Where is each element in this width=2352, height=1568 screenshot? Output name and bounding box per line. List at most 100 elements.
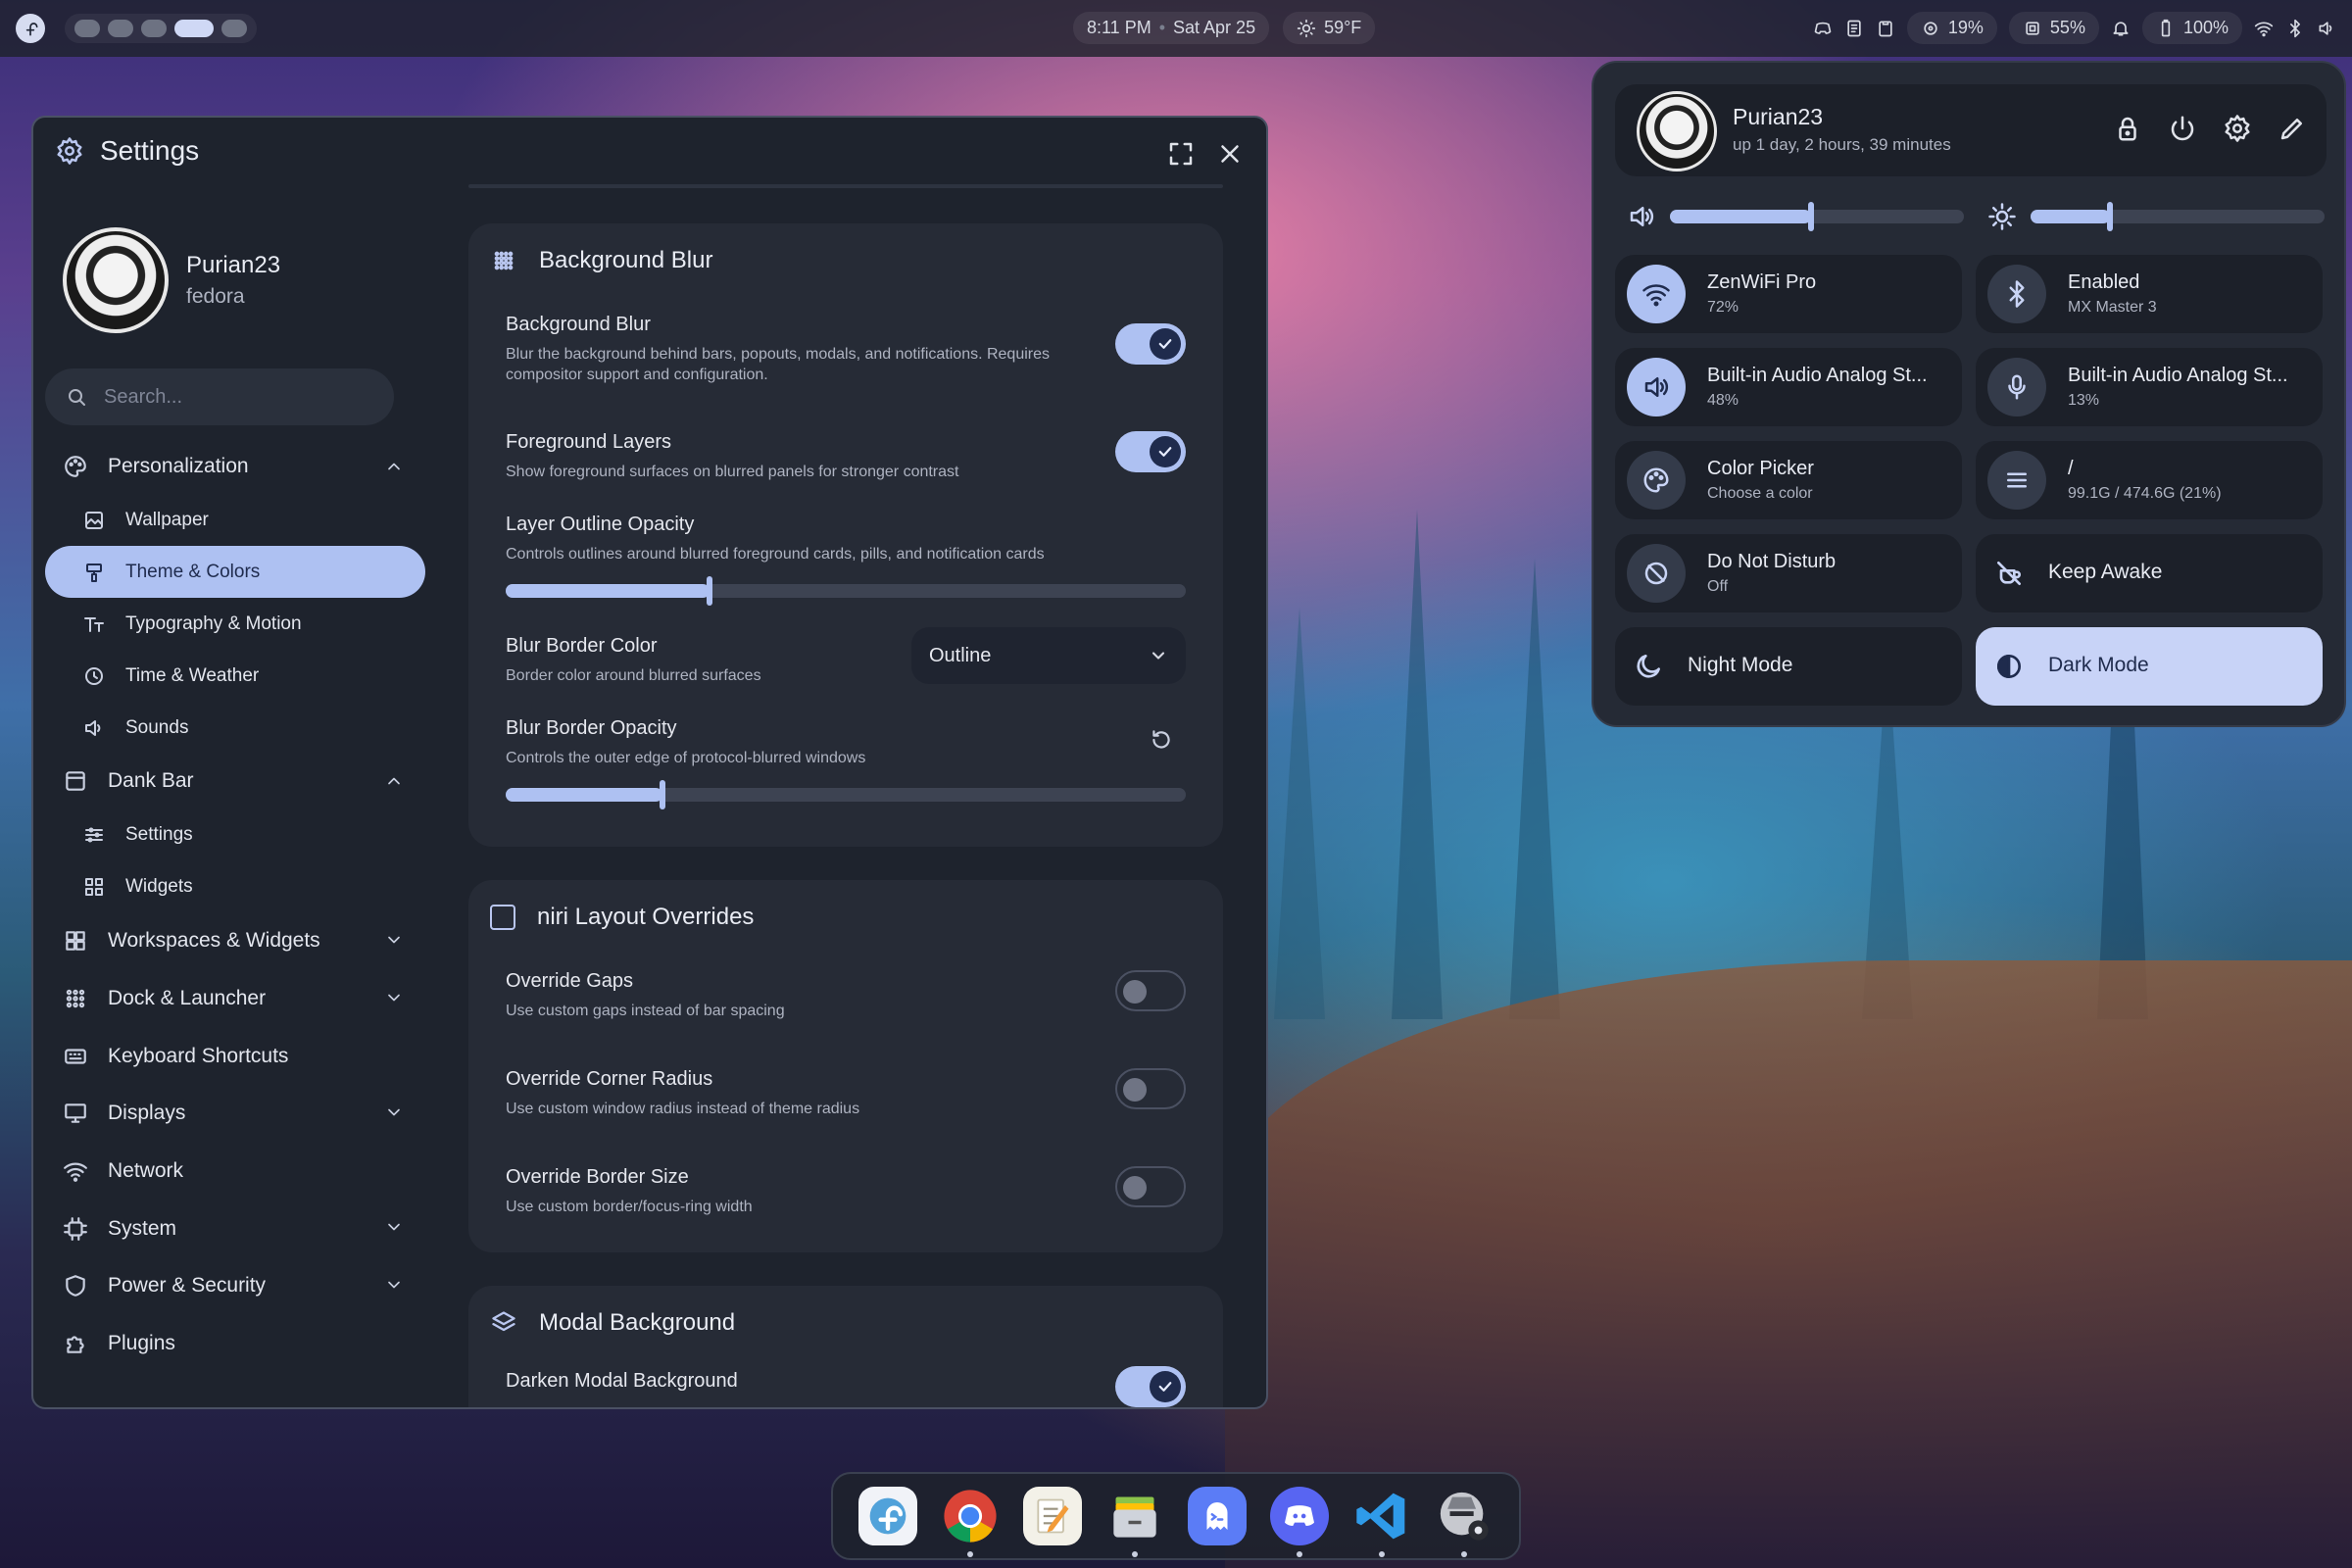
memory-usage[interactable]: 55% — [2008, 12, 2099, 44]
nav-bar-settings[interactable]: Settings — [45, 808, 425, 860]
nav-bar-settings-label: Settings — [125, 823, 193, 845]
power-icon[interactable] — [2168, 114, 2197, 143]
darken-modal-toggle[interactable] — [1115, 1366, 1186, 1407]
files-app-icon[interactable] — [1105, 1487, 1164, 1557]
palette-icon — [63, 454, 88, 479]
nav-widgets-label: Widgets — [125, 875, 193, 897]
wifi-title: ZenWiFi Pro — [1707, 271, 1817, 293]
override-radius-toggle[interactable] — [1115, 1068, 1186, 1109]
nav-dock[interactable]: Dock & Launcher — [45, 970, 425, 1028]
edit-icon[interactable] — [2278, 114, 2307, 143]
fedora-app-icon[interactable] — [858, 1487, 917, 1545]
slider-handle[interactable] — [2107, 202, 2113, 231]
volume-tray-icon[interactable] — [2317, 19, 2336, 38]
chip-icon — [63, 1216, 88, 1242]
slider-handle[interactable] — [707, 576, 713, 606]
reset-icon[interactable] — [1149, 727, 1174, 753]
memory-icon — [2023, 19, 2042, 38]
background-blur-toggle[interactable] — [1115, 323, 1186, 365]
notes-tray-icon[interactable] — [1844, 19, 1864, 38]
cpu-usage[interactable]: 19% — [1906, 12, 1997, 44]
discord-tray-icon[interactable] — [1813, 19, 1833, 38]
workspace-4[interactable] — [174, 20, 214, 37]
keep-awake-tile[interactable]: Keep Awake — [1976, 534, 2323, 612]
bluetooth-tile[interactable]: Enabled MX Master 3 — [1976, 255, 2323, 333]
clipboard-icon[interactable] — [1876, 19, 1895, 38]
brightness-slider[interactable] — [2031, 202, 2325, 231]
check-icon — [1150, 328, 1181, 360]
override-gaps-row: Override Gaps Use custom gaps instead of… — [506, 970, 1186, 1029]
chevron-down-icon — [1149, 646, 1168, 665]
nav-displays[interactable]: Displays — [45, 1085, 425, 1143]
nav-network[interactable]: Network — [45, 1143, 425, 1200]
volume-icon[interactable] — [1627, 202, 1656, 231]
nav-power[interactable]: Power & Security — [45, 1257, 425, 1315]
palette-icon — [1627, 451, 1686, 510]
foreground-layers-label: Foreground Layers — [506, 431, 671, 453]
do-not-disturb-tile[interactable]: Do Not Disturb Off — [1615, 534, 1962, 612]
slider-handle[interactable] — [1808, 202, 1814, 231]
vscode-app-icon[interactable] — [1352, 1487, 1411, 1557]
layer-outline-desc: Controls outlines around blurred foregro… — [506, 546, 1045, 563]
night-mode-tile[interactable]: Night Mode — [1615, 627, 1962, 706]
clock[interactable]: 8:11 PM • Sat Apr 25 — [1073, 12, 1270, 44]
audio-output-tile[interactable]: Built-in Audio Analog St... 48% — [1615, 348, 1962, 426]
battery-status[interactable]: 100% — [2141, 12, 2242, 44]
nav-typography[interactable]: Typography & Motion — [45, 598, 425, 650]
blur-border-color-dropdown[interactable]: Outline — [911, 627, 1186, 684]
nav-time-weather-label: Time & Weather — [125, 664, 260, 686]
nav-workspaces[interactable]: Workspaces & Widgets — [45, 912, 425, 970]
nav-personalization-label: Personalization — [108, 455, 249, 477]
color-picker-tile[interactable]: Color Picker Choose a color — [1615, 441, 1962, 519]
wifi-sub: 72% — [1707, 299, 1740, 316]
bluetooth-tray-icon[interactable] — [2285, 19, 2305, 38]
workspace-1[interactable] — [74, 20, 100, 37]
nav-plugins[interactable]: Plugins — [45, 1315, 425, 1373]
override-gaps-toggle[interactable] — [1115, 970, 1186, 1011]
foreground-layers-toggle[interactable] — [1115, 431, 1186, 472]
audio-output-title: Built-in Audio Analog St... — [1707, 365, 1928, 386]
audio-input-tile[interactable]: Built-in Audio Analog St... 13% — [1976, 348, 2323, 426]
chrome-app-icon[interactable] — [941, 1487, 1000, 1557]
nav-theme-colors[interactable]: Theme & Colors — [45, 546, 425, 598]
nav-dank-bar-label: Dank Bar — [108, 769, 194, 792]
gear-icon[interactable] — [2223, 114, 2252, 143]
workspace-3[interactable] — [141, 20, 167, 37]
nav-wallpaper[interactable]: Wallpaper — [45, 494, 425, 546]
nav-dank-bar[interactable]: Dank Bar — [45, 754, 425, 808]
volume-slider[interactable] — [1670, 202, 1964, 231]
gear-icon — [55, 136, 84, 166]
dnd-title: Do Not Disturb — [1707, 551, 1837, 572]
text-editor-app-icon[interactable] — [1023, 1487, 1082, 1545]
notification-bell-icon[interactable] — [2111, 19, 2131, 38]
checkbox-icon[interactable] — [490, 905, 515, 930]
fedora-logo-icon[interactable] — [16, 14, 45, 43]
workspace-5[interactable] — [221, 20, 247, 37]
nav-personalization[interactable]: Personalization — [45, 439, 425, 494]
nav-system[interactable]: System — [45, 1200, 425, 1257]
discord-app-icon[interactable] — [1270, 1487, 1329, 1557]
disk-usage-tile[interactable]: / 99.1G / 474.6G (21%) — [1976, 441, 2323, 519]
workspace-2[interactable] — [108, 20, 133, 37]
wifi-tile[interactable]: ZenWiFi Pro 72% — [1615, 255, 1962, 333]
settings-app-icon[interactable] — [1435, 1487, 1494, 1557]
blur-border-opacity-slider[interactable] — [506, 780, 1186, 809]
nav-workspaces-label: Workspaces & Widgets — [108, 929, 320, 953]
wallpaper-icon — [82, 509, 106, 532]
nav-widgets[interactable]: Widgets — [45, 860, 425, 912]
nav-keyboard[interactable]: Keyboard Shortcuts — [45, 1027, 425, 1085]
nav-sounds[interactable]: Sounds — [45, 702, 425, 754]
lock-icon[interactable] — [2113, 114, 2142, 143]
brightness-icon[interactable] — [1987, 202, 2017, 231]
slider-handle[interactable] — [659, 780, 665, 809]
ghostty-app-icon[interactable] — [1188, 1487, 1247, 1545]
dark-mode-tile[interactable]: Dark Mode — [1976, 627, 2323, 706]
override-border-toggle[interactable] — [1115, 1166, 1186, 1207]
nav-time-weather[interactable]: Time & Weather — [45, 650, 425, 702]
darken-modal-row: Darken Modal Background — [506, 1366, 1186, 1407]
layer-outline-slider[interactable] — [506, 576, 1186, 606]
wifi-tray-icon[interactable] — [2254, 19, 2274, 38]
avatar — [1637, 91, 1717, 172]
weather-widget[interactable]: 59°F — [1283, 12, 1376, 44]
search-input[interactable]: Search... — [45, 368, 394, 425]
